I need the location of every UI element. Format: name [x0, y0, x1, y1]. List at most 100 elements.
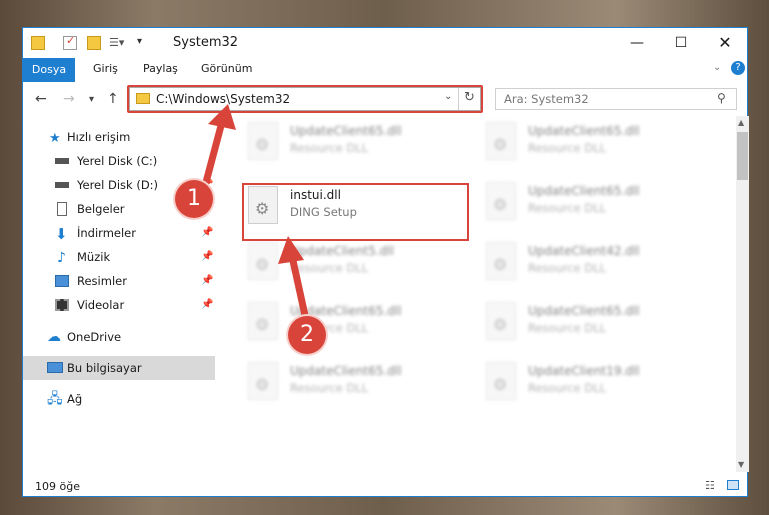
list-item[interactable]: ⚙ UpdateClient19.dll Resource DLL — [486, 362, 706, 414]
customize-quick-access-icon[interactable]: ☰▾ — [109, 36, 124, 50]
file-name: UpdateClient65.dll — [528, 304, 640, 318]
back-arrow-icon[interactable]: ← — [35, 91, 47, 107]
sidebar-item-label: Müzik — [77, 250, 111, 264]
file-name: UpdateClient19.dll — [528, 364, 640, 378]
file-description: Resource DLL — [290, 381, 369, 395]
list-item[interactable]: ⚙ UpdateClient65.dll Resource DLL — [486, 302, 706, 354]
document-icon — [57, 202, 67, 216]
sidebar-item-label: Hızlı erişim — [67, 130, 131, 144]
step-1-badge: 1 — [175, 180, 213, 218]
dll-file-icon: ⚙ — [486, 362, 516, 400]
recent-locations-icon[interactable]: ▾ — [89, 94, 94, 105]
dll-file-icon: ⚙ — [248, 362, 278, 400]
large-icons-view-icon[interactable] — [727, 480, 739, 490]
pictures-icon — [55, 275, 69, 287]
details-view-icon[interactable]: ☷ — [705, 479, 715, 492]
file-name: UpdateClient65.dll — [290, 364, 402, 378]
file-highlight-box — [242, 183, 469, 241]
tab-paylas[interactable]: Paylaş — [143, 62, 178, 75]
dll-file-icon: ⚙ — [248, 302, 278, 340]
sidebar-item-label: Resimler — [77, 274, 127, 288]
dll-file-icon: ⚙ — [248, 122, 278, 160]
sidebar-item-downloads[interactable]: ⬇ İndirmeler 📌 — [23, 222, 215, 244]
tab-gorunum[interactable]: Görünüm — [201, 62, 252, 75]
scroll-down-icon[interactable]: ▼ — [738, 460, 744, 469]
list-item[interactable]: ⚙ UpdateClient65.dll Resource DLL — [486, 182, 706, 234]
file-description: Resource DLL — [528, 321, 607, 335]
star-icon: ★ — [49, 131, 61, 146]
dll-file-icon: ⚙ — [486, 242, 516, 280]
sidebar-item-network[interactable]: 🖧 Ağ — [23, 388, 215, 410]
pin-icon[interactable]: 📌 — [201, 270, 213, 292]
step-2-badge: 2 — [288, 316, 326, 354]
tab-dosya[interactable]: Dosya — [23, 58, 75, 82]
file-description: Resource DLL — [290, 261, 369, 275]
ribbon: Dosya Giriş Paylaş Görünüm ⌄ ? — [23, 58, 747, 82]
explorer-window: ✓ ☰▾ ▾ System32 — ☐ ✕ Dosya Giriş Paylaş… — [22, 27, 749, 498]
navigation-pane: ★ Hızlı erişim Yerel Disk (C:) Yerel Dis… — [23, 116, 216, 472]
list-item[interactable]: ⚙ UpdateClient42.dll Resource DLL — [486, 242, 706, 294]
maximize-button[interactable]: ☐ — [661, 32, 701, 54]
chevron-down-icon[interactable]: ▾ — [137, 36, 151, 50]
list-item[interactable]: ⚙ UpdateClient65.dll Resource DLL — [486, 122, 706, 174]
sidebar-item-pictures[interactable]: Resimler 📌 — [23, 270, 215, 292]
forward-arrow-icon[interactable]: → — [63, 91, 75, 107]
video-icon — [55, 299, 69, 311]
up-arrow-icon[interactable]: ↑ — [107, 91, 119, 107]
search-icon[interactable]: ⚲ — [717, 91, 726, 105]
minimize-button[interactable]: — — [617, 32, 657, 54]
dll-file-icon: ⚙ — [486, 122, 516, 160]
sidebar-item-label: Yerel Disk (C:) — [77, 154, 158, 168]
file-list: ⚙ UpdateClient65.dll Resource DLL ⚙ inst… — [230, 116, 736, 472]
window-title: System32 — [173, 35, 239, 50]
tab-giris[interactable]: Giriş — [93, 62, 118, 75]
sidebar-item-videos[interactable]: Videolar 📌 — [23, 294, 215, 316]
file-name: UpdateClient42.dll — [528, 244, 640, 258]
download-icon: ⬇ — [55, 225, 68, 243]
help-icon[interactable]: ? — [731, 61, 745, 75]
list-item[interactable]: ⚙ UpdateClient5.dll Resource DLL — [248, 242, 468, 294]
vertical-scrollbar[interactable]: ▲ ▼ — [736, 116, 749, 472]
expand-ribbon-icon[interactable]: ⌄ — [713, 62, 721, 73]
pin-icon[interactable]: 📌 — [201, 222, 213, 244]
search-input[interactable]: Ara: System32 — [495, 88, 737, 110]
pin-icon[interactable]: 📌 — [201, 294, 213, 316]
scrollbar-thumb[interactable] — [737, 132, 748, 180]
list-item[interactable]: ⚙ UpdateClient65.dll Resource DLL — [248, 122, 468, 174]
file-name: UpdateClient65.dll — [528, 184, 640, 198]
new-folder-icon[interactable] — [87, 36, 101, 50]
file-description: Resource DLL — [290, 141, 369, 155]
sidebar-item-label: OneDrive — [67, 330, 122, 344]
cloud-icon: ☁ — [47, 329, 61, 345]
file-name: UpdateClient5.dll — [290, 244, 394, 258]
status-bar: 109 öğe ☷ — [23, 474, 747, 498]
dll-file-icon: ⚙ — [486, 302, 516, 340]
network-icon: 🖧 — [47, 391, 63, 407]
file-description: Resource DLL — [528, 261, 607, 275]
sidebar-item-label: Belgeler — [77, 202, 125, 216]
close-button[interactable]: ✕ — [705, 32, 745, 54]
sidebar-item-label: Bu bilgisayar — [67, 361, 142, 375]
sidebar-item-label: Yerel Disk (D:) — [77, 178, 159, 192]
item-count: 109 öğe — [35, 480, 80, 493]
scroll-up-icon[interactable]: ▲ — [738, 118, 744, 127]
folder-icon — [31, 36, 45, 50]
file-name: UpdateClient65.dll — [290, 124, 402, 138]
list-item[interactable]: ⚙ UpdateClient65.dll Resource DLL — [248, 302, 468, 354]
properties-icon[interactable]: ✓ — [63, 34, 77, 50]
sidebar-item-onedrive[interactable]: ☁ OneDrive — [23, 326, 215, 348]
file-description: Resource DLL — [528, 141, 607, 155]
music-icon: ♪ — [57, 250, 66, 266]
sidebar-item-quick-access[interactable]: ★ Hızlı erişim — [23, 126, 215, 148]
sidebar-item-disk-c[interactable]: Yerel Disk (C:) — [23, 150, 215, 172]
file-description: Resource DLL — [528, 381, 607, 395]
pin-icon[interactable]: 📌 — [201, 246, 213, 268]
sidebar-item-music[interactable]: ♪ Müzik 📌 — [23, 246, 215, 268]
list-item[interactable]: ⚙ UpdateClient65.dll Resource DLL — [248, 362, 468, 414]
dll-file-icon: ⚙ — [486, 182, 516, 220]
address-highlight-box — [127, 85, 483, 113]
file-description: Resource DLL — [528, 201, 607, 215]
sidebar-item-this-pc[interactable]: Bu bilgisayar — [23, 356, 215, 380]
drive-icon — [55, 182, 69, 188]
navigation-bar: ← → ▾ ↑ C:\Windows\System32 ⌄ ↻ Ara: Sys… — [23, 84, 747, 114]
